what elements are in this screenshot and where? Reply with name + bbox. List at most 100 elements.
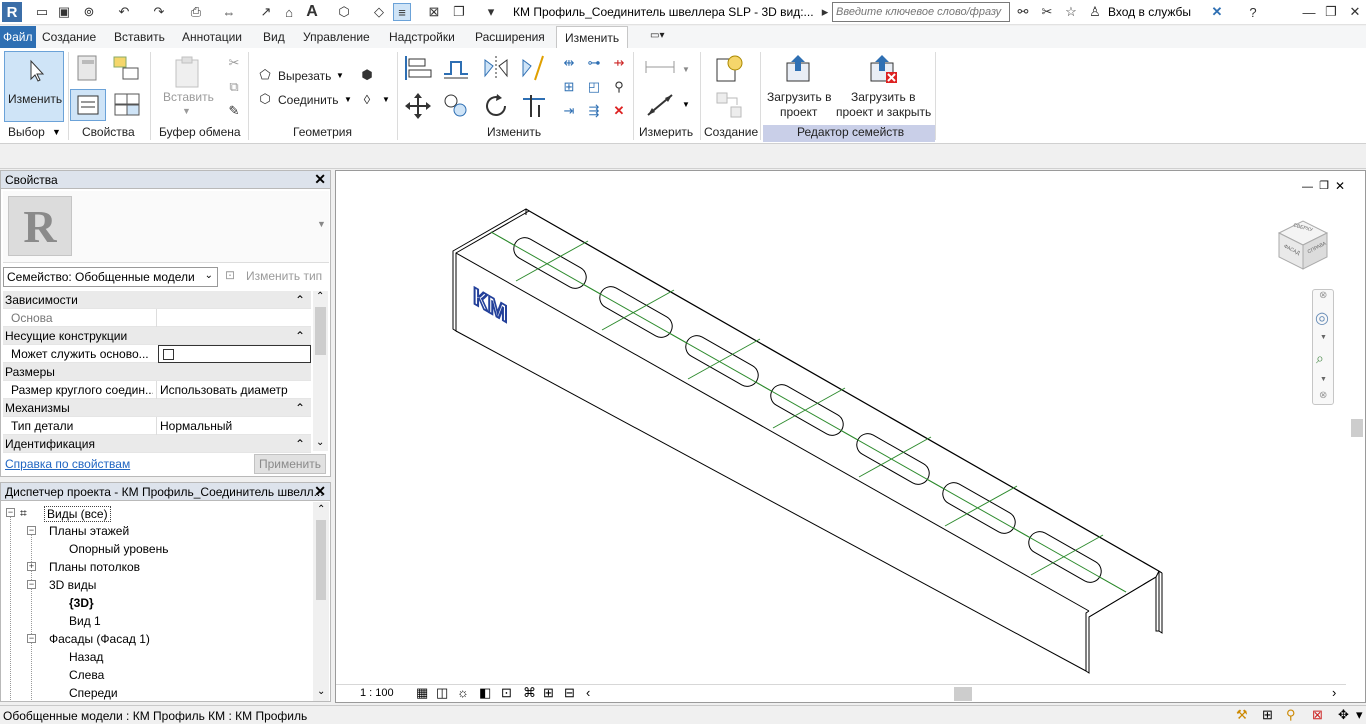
split-dropdown-icon[interactable]: ▼ [382, 95, 390, 104]
tree-node-3d[interactable]: {3D} [69, 596, 94, 610]
tab-view[interactable]: Вид [263, 30, 285, 44]
save-icon[interactable]: ▣ [55, 3, 73, 21]
select-pinned-icon[interactable]: ⚲ [1286, 707, 1296, 723]
search-input[interactable] [832, 2, 1010, 22]
detail-level-icon[interactable]: ▦ [416, 685, 428, 701]
trim-multiple-icon[interactable]: ⇶ [585, 102, 603, 120]
load-into-project-icon[interactable] [782, 52, 814, 86]
close-browser-icon[interactable]: ✕ [314, 483, 326, 500]
create-group-icon[interactable] [712, 88, 748, 122]
login-menu[interactable]: Вход в службы [1108, 5, 1191, 19]
measure-icon[interactable]: ⇔ [220, 3, 238, 21]
collapse-floor-plans-icon[interactable]: − [27, 526, 36, 535]
h-scroll-thumb[interactable] [954, 687, 972, 701]
viewport-v-scrollbar[interactable] [1349, 171, 1365, 683]
sync-icon[interactable]: ⊚ [80, 3, 98, 21]
select-underlay-icon[interactable]: ⊞ [1262, 707, 1273, 723]
help-icon[interactable]: ? [1244, 3, 1262, 21]
view-minimize-icon[interactable]: — [1302, 181, 1313, 193]
paste-dropdown-icon[interactable]: ▼ [182, 106, 191, 116]
type-properties-icon[interactable] [110, 89, 144, 121]
tab-insert[interactable]: Вставить [114, 30, 165, 44]
undo-icon[interactable]: ↶ [115, 3, 133, 21]
collapse-3d-views-icon[interactable]: − [27, 580, 36, 589]
delete-icon[interactable]: ✕ [610, 102, 628, 120]
family-types-icon[interactable] [73, 53, 103, 83]
collapse-elevations-icon[interactable]: − [27, 634, 36, 643]
thin-lines-icon[interactable]: ≡ [393, 3, 411, 21]
close-properties-icon[interactable]: ✕ [314, 171, 326, 188]
reveal-hidden-icon[interactable]: ⊟ [564, 685, 575, 701]
measure-between-icon[interactable] [643, 56, 677, 78]
viewcube[interactable]: СВЕРХУ ФАСАД СПРАВА [1273, 213, 1333, 273]
copy-element-icon[interactable] [440, 90, 472, 122]
3d-viewport[interactable]: КМ — ❐ ✕ ⌃ СВЕРХУ ФАСАД СПРАВА ⊗ ◎ ▼ ⌕ ▼… [335, 170, 1366, 703]
properties-toggle-icon[interactable] [70, 89, 106, 121]
select-links-icon[interactable]: ⚒ [1236, 707, 1248, 723]
mirror-pick-axis-icon[interactable] [480, 53, 512, 83]
tree-node-floor-plans[interactable]: Планы этажей [49, 524, 129, 538]
nav-close-icon[interactable]: ⊗ [1319, 290, 1327, 301]
edit-type-button[interactable]: Изменить тип [246, 269, 322, 283]
type-selector-preview[interactable]: R ▼ [3, 191, 329, 263]
tree-node-left[interactable]: Слева [69, 668, 104, 682]
print-icon[interactable]: ⎙ [187, 3, 205, 21]
align-center-icon[interactable]: ⇹ [560, 54, 578, 72]
zoom-region-icon[interactable]: ⌕ [1316, 350, 1324, 367]
select-dropdown-icon[interactable]: ▼ [52, 127, 61, 137]
tree-node-3d-views[interactable]: 3D виды [49, 578, 96, 592]
prop-category-dimensions[interactable]: Размеры [3, 363, 311, 381]
crop-view-icon[interactable]: ⊡ [501, 685, 512, 701]
tab-addins[interactable]: Надстройки [389, 30, 455, 44]
nav-options-icon[interactable]: ⊗ [1319, 390, 1327, 401]
pin-icon[interactable]: ⚲ [610, 78, 628, 96]
user-icon[interactable]: ♙ [1086, 3, 1104, 21]
section-icon[interactable]: ◇ [370, 3, 388, 21]
prop-row-round-connector[interactable]: Размер круглого соедин... Использовать ди… [3, 381, 311, 399]
customize-toolbar-icon[interactable]: ▾ [482, 3, 500, 21]
tree-node-views-all[interactable]: Виды (все) [44, 506, 111, 522]
tab-annotate[interactable]: Аннотации [182, 30, 242, 44]
collapse-views-icon[interactable]: − [6, 508, 15, 517]
load-and-close-label-2[interactable]: проект и закрыть [836, 105, 931, 119]
modify-button[interactable]: Изменить [4, 51, 64, 122]
load-into-project-label-2[interactable]: проект [780, 105, 817, 119]
navigation-bar[interactable]: ⊗ ◎ ▼ ⌕ ▼ ⊗ [1312, 289, 1334, 405]
channel-model[interactable]: КМ [336, 171, 1365, 683]
measure-dropdown-icon[interactable]: ▼ [682, 65, 690, 74]
move-icon[interactable] [402, 90, 434, 122]
load-into-project-label-1[interactable]: Загрузить в [767, 90, 832, 104]
prop-category-constraints[interactable]: Зависимости ⌃ [3, 291, 311, 309]
cut-geometry-icon[interactable]: ⬠ [256, 66, 274, 84]
paste-label[interactable]: Вставить [163, 90, 214, 104]
tag-icon[interactable]: ⌂ [280, 3, 298, 21]
copy-icon[interactable]: ⧉ [225, 78, 243, 96]
trim-extend-icon[interactable] [518, 90, 550, 122]
tab-file[interactable]: Файл [0, 26, 36, 48]
browser-scrollbar[interactable]: ⌃ ⌄ [313, 502, 329, 701]
binoculars-icon[interactable]: ⚯ [1014, 3, 1032, 21]
restore-icon[interactable]: ❐ [1322, 3, 1340, 21]
join-geometry-label[interactable]: Соединить [278, 93, 339, 107]
prop-category-identity[interactable]: Идентификация ⌃ [3, 435, 311, 453]
can-host-checkbox[interactable] [163, 349, 174, 360]
offset-icon[interactable] [440, 53, 472, 83]
join-dropdown-icon[interactable]: ▼ [344, 95, 352, 104]
join-geometry-icon[interactable]: ⬡ [256, 90, 274, 108]
drag-elements-icon[interactable]: ✥ [1338, 707, 1349, 723]
tree-node-elevations[interactable]: Фасады (Фасад 1) [49, 632, 150, 646]
tab-extensions[interactable]: Расширения [475, 30, 545, 44]
favorites-icon[interactable]: ☆ [1062, 3, 1080, 21]
load-and-close-icon[interactable] [866, 52, 900, 86]
select-by-face-icon[interactable]: ⊠ [1312, 707, 1323, 723]
apply-button[interactable]: Применить [254, 454, 326, 474]
properties-scrollbar[interactable]: ⌃ ⌄ [313, 291, 328, 451]
mirror-draw-axis-icon[interactable] [518, 53, 550, 83]
shadows-icon[interactable]: ◧ [479, 685, 491, 701]
hide-isolate-icon[interactable]: ⊞ [543, 685, 554, 701]
tab-create[interactable]: Создание [42, 30, 96, 44]
trim-single-icon[interactable]: ⇥ [560, 102, 578, 120]
clipboard-icon[interactable] [170, 54, 204, 90]
aligned-dimension-icon[interactable] [643, 90, 677, 120]
text-icon[interactable]: A [303, 3, 321, 21]
